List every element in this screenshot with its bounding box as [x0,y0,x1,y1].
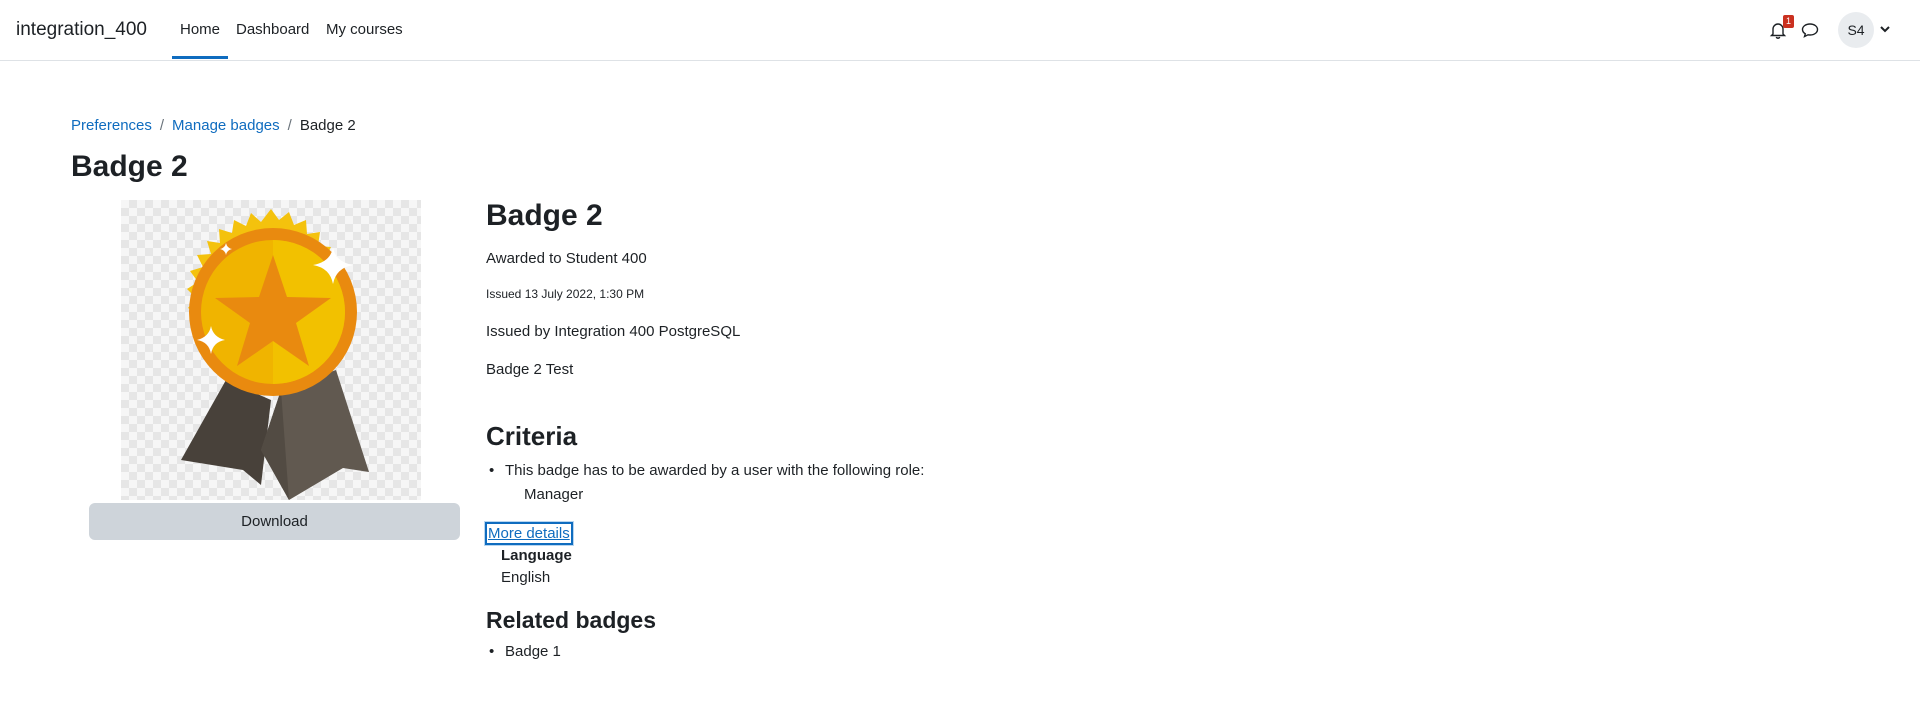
nav-dashboard[interactable]: Dashboard [236,21,309,38]
bullet-icon: • [489,462,495,479]
top-navbar: integration_400 Home Dashboard My course… [0,0,1920,61]
criteria-role: Manager [524,486,584,503]
issued-date-text: Issued 13 July 2022, 1:30 PM [486,287,645,301]
page-title: Badge 2 [71,150,188,183]
bullet-icon: • [489,643,495,660]
criteria-heading: Criteria [486,421,578,451]
chevron-down-icon[interactable] [1878,22,1892,36]
notification-count-badge: 1 [1783,15,1794,28]
criteria-list-item: • This badge has to be awarded by a user … [486,462,924,479]
awarded-to-text: Awarded to Student 400 [486,250,647,267]
download-button[interactable]: Download [89,503,460,540]
breadcrumb-separator: / [159,117,165,134]
breadcrumb-separator: / [287,117,292,134]
related-badges-heading: Related badges [486,607,656,633]
breadcrumb-preferences[interactable]: Preferences [71,117,152,134]
nav-home[interactable]: Home [180,21,220,38]
criteria-text: This badge has to be awarded by a user w… [505,462,925,479]
nav-my-courses[interactable]: My courses [326,21,403,38]
breadcrumb: Preferences / Manage badges / Badge 2 [71,117,356,134]
breadcrumb-manage-badges[interactable]: Manage badges [172,117,280,134]
language-label: Language [501,547,572,564]
related-badge-label[interactable]: Badge 1 [505,643,561,660]
badge-name-heading: Badge 2 [486,199,603,232]
more-details-link[interactable]: More details [485,522,573,545]
user-avatar[interactable]: S4 [1838,12,1874,48]
chat-icon[interactable] [1800,20,1820,40]
related-badge-item: • Badge 1 [486,643,561,660]
badge-description: Badge 2 Test [486,361,574,378]
breadcrumb-current: Badge 2 [299,117,356,134]
site-brand[interactable]: integration_400 [16,19,147,41]
language-value: English [501,569,551,586]
badge-image [121,200,421,500]
issued-by-text: Issued by Integration 400 PostgreSQL [486,323,741,340]
active-nav-indicator [172,56,228,59]
